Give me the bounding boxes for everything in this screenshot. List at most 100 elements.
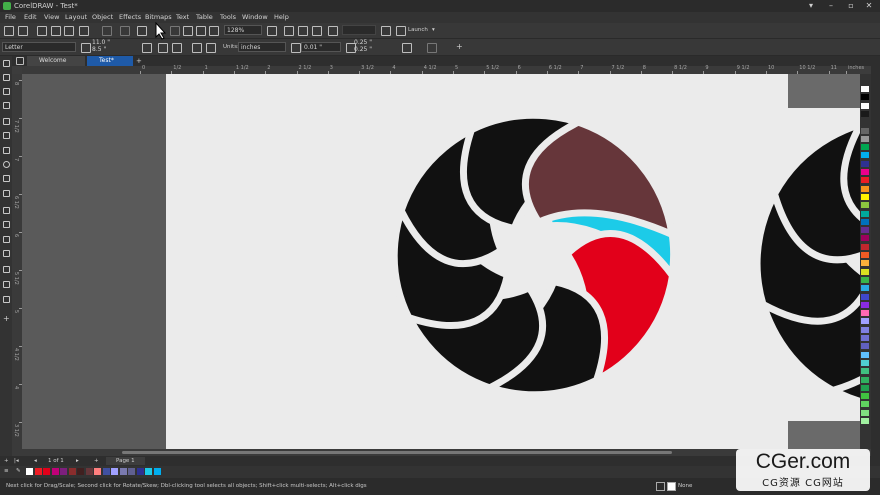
palette-swatch[interactable]	[861, 368, 869, 375]
document-palette-swatch[interactable]	[102, 468, 110, 475]
redo-icon[interactable]	[170, 26, 180, 36]
palette-swatch[interactable]	[861, 160, 869, 167]
first-page-icon[interactable]: |◂	[14, 458, 19, 464]
export-icon[interactable]	[196, 26, 206, 36]
palette-swatch[interactable]	[861, 193, 869, 200]
logo-main[interactable]	[369, 90, 711, 418]
palette-swatch[interactable]	[861, 86, 869, 92]
page-layout-icon[interactable]	[206, 43, 216, 53]
document-palette-swatch[interactable]	[119, 468, 127, 475]
help-icon[interactable]: ▾	[806, 1, 816, 11]
menu-object[interactable]: Object	[92, 13, 113, 21]
document-palette-swatch[interactable]	[94, 468, 101, 475]
add-page-end-icon[interactable]: +	[94, 458, 99, 464]
menu-file[interactable]: File	[5, 13, 16, 21]
all-pages-icon[interactable]	[142, 43, 152, 53]
show-rulers-icon[interactable]	[284, 26, 294, 36]
units-select[interactable]: inches	[238, 42, 286, 52]
document-palette-swatch[interactable]	[43, 468, 50, 475]
palette-swatch[interactable]	[861, 243, 869, 250]
document-palette-swatch[interactable]	[111, 468, 118, 475]
new-tab-icon[interactable]: +	[136, 57, 142, 65]
logo-copy[interactable]	[722, 83, 860, 433]
palette-swatch[interactable]	[861, 343, 869, 350]
polygon-tool-icon[interactable]	[3, 175, 10, 182]
palette-swatch[interactable]	[861, 102, 869, 109]
save-icon[interactable]	[37, 26, 47, 36]
portrait-icon[interactable]	[158, 43, 168, 53]
color-eyedropper-tool-icon[interactable]	[3, 266, 10, 273]
palette-swatch[interactable]	[861, 127, 869, 134]
artistic-media-tool-icon[interactable]	[3, 132, 10, 139]
palette-options-icon[interactable]: ≡	[4, 468, 9, 474]
minimize-button[interactable]: –	[826, 1, 836, 11]
publish-pdf-icon[interactable]	[209, 26, 219, 36]
menu-window[interactable]: Window	[242, 13, 268, 21]
current-page-icon[interactable]	[192, 43, 202, 53]
cut-icon[interactable]	[102, 26, 112, 36]
options-gear-icon[interactable]	[381, 26, 391, 36]
drop-shadow-tool-icon[interactable]	[3, 236, 10, 243]
palette-swatch[interactable]	[861, 409, 869, 416]
prev-page-icon[interactable]: ◂	[34, 458, 37, 464]
shape-tool-icon[interactable]	[3, 74, 10, 81]
palette-swatch[interactable]	[861, 202, 869, 209]
palette-swatch[interactable]	[861, 384, 869, 391]
launch-icon[interactable]	[396, 26, 406, 36]
document-palette-swatch[interactable]	[153, 468, 161, 475]
logo-artwork[interactable]	[166, 74, 860, 449]
launch-label[interactable]: Launch	[408, 27, 428, 33]
palette-swatch[interactable]	[861, 359, 869, 366]
document-palette-swatch[interactable]	[85, 468, 93, 475]
undo-icon[interactable]	[137, 26, 147, 36]
interactive-fill-tool-icon[interactable]	[3, 281, 10, 288]
palette-swatch[interactable]	[861, 326, 869, 333]
rectangle-tool-icon[interactable]	[3, 147, 10, 154]
pick-tool-icon[interactable]	[3, 60, 10, 67]
fill-indicator-icon[interactable]	[656, 482, 665, 491]
document-palette-swatch[interactable]	[51, 468, 59, 475]
tab-welcome-screen[interactable]: Welcome Screen	[27, 56, 85, 74]
palette-swatch[interactable]	[861, 210, 869, 217]
maximize-button[interactable]: ▫	[846, 1, 856, 11]
landscape-icon[interactable]	[172, 43, 182, 53]
open-icon[interactable]	[18, 26, 28, 36]
duplicate-y-field[interactable]: 0.25 "	[352, 46, 394, 54]
horizontal-scrollbar[interactable]	[22, 449, 860, 456]
menu-text[interactable]: Text	[176, 13, 189, 21]
upload-icon[interactable]	[64, 26, 74, 36]
palette-swatch[interactable]	[861, 310, 869, 317]
ellipse-tool-icon[interactable]	[3, 161, 10, 168]
page-size-select[interactable]: Letter	[2, 42, 76, 52]
menu-edit[interactable]: Edit	[24, 13, 37, 21]
scroll-thumb[interactable]	[122, 451, 672, 454]
document-palette-swatch[interactable]	[26, 468, 33, 475]
palette-swatch[interactable]	[861, 268, 869, 275]
cloud-icon[interactable]	[51, 26, 61, 36]
menu-view[interactable]: View	[44, 13, 59, 21]
add-tool-icon[interactable]: +	[3, 314, 10, 323]
palette-swatch[interactable]	[861, 260, 869, 267]
palette-swatch[interactable]	[861, 94, 869, 101]
palette-swatch[interactable]	[861, 252, 869, 258]
document-palette-swatch[interactable]	[34, 468, 42, 475]
palette-swatch[interactable]	[861, 318, 869, 325]
document-palette-swatch[interactable]	[145, 468, 152, 475]
copy-icon[interactable]	[120, 26, 130, 36]
treat-as-filled-icon[interactable]	[402, 43, 412, 53]
zoom-level-field[interactable]: 128%	[224, 25, 262, 35]
palette-swatch[interactable]	[861, 351, 869, 358]
connector-tool-icon[interactable]	[3, 221, 10, 228]
document-palette-swatch[interactable]	[136, 468, 144, 475]
import-icon[interactable]	[183, 26, 193, 36]
tab-test[interactable]: Test*	[87, 56, 133, 66]
menu-table[interactable]: Table	[196, 13, 213, 21]
palette-swatch[interactable]	[861, 285, 869, 292]
text-tool-icon[interactable]	[3, 190, 10, 197]
full-screen-icon[interactable]	[267, 26, 277, 36]
menu-help[interactable]: Help	[274, 13, 289, 21]
transparency-tool-icon[interactable]	[3, 250, 10, 257]
quick-customize-icon[interactable]	[427, 43, 437, 53]
add-icon[interactable]: +	[456, 42, 463, 51]
palette-swatch[interactable]	[861, 135, 869, 142]
